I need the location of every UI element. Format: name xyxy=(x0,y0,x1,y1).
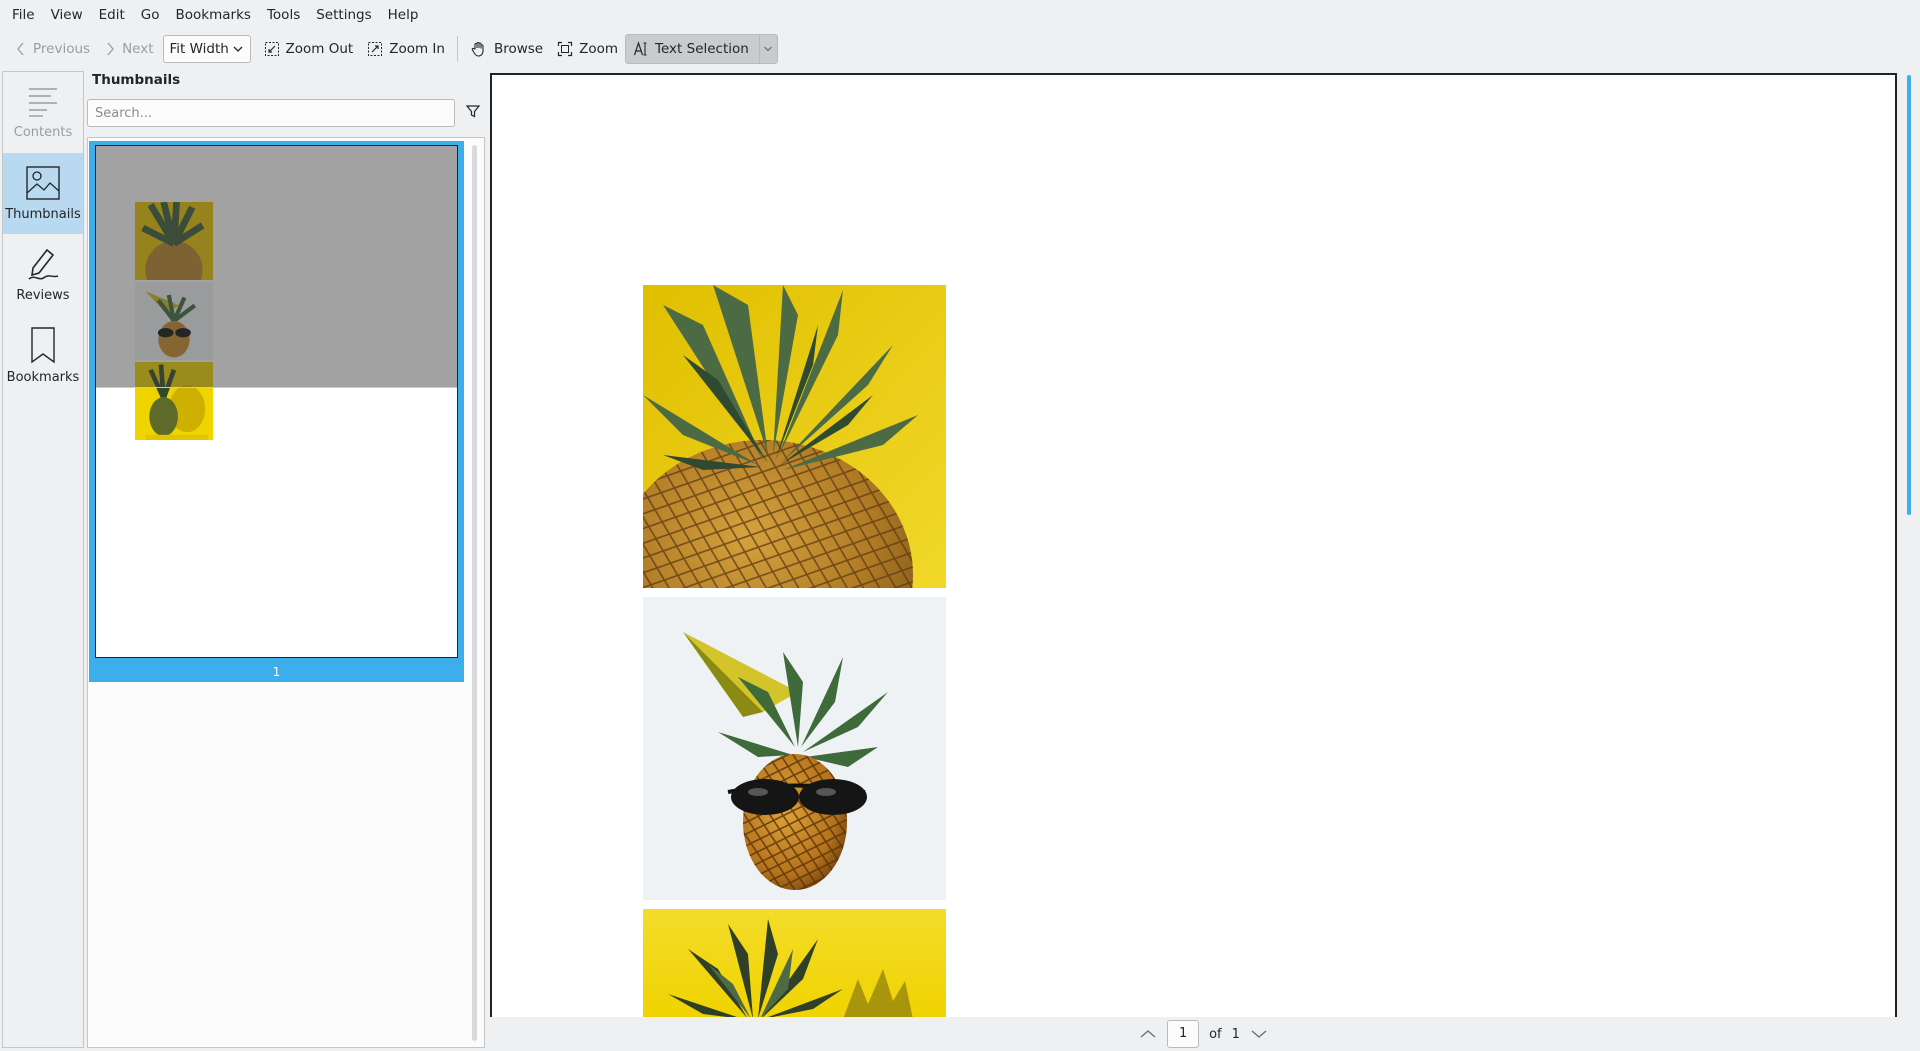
previous-page-button[interactable]: Previous xyxy=(8,34,97,64)
sidebar-item-bookmarks[interactable]: Bookmarks xyxy=(3,315,83,396)
browse-label: Browse xyxy=(493,41,544,57)
zoom-tool-button[interactable]: Zoom xyxy=(550,34,625,64)
sidebar-item-thumbnails[interactable]: Thumbnails xyxy=(3,153,83,234)
menu-help[interactable]: Help xyxy=(380,0,427,30)
thumbnails-icon xyxy=(26,166,60,200)
thumbnail-scrollbar[interactable] xyxy=(472,145,477,1041)
text-selection-tool-button[interactable]: Text Selection xyxy=(625,34,778,64)
main-toolbar: Previous Next Fit Width Zoom Out Zoom In… xyxy=(0,32,1920,66)
thumbnail-search-input[interactable] xyxy=(87,99,455,127)
menu-bookmarks[interactable]: Bookmarks xyxy=(168,0,259,30)
document-image-pineapple-on-yellow xyxy=(643,285,946,588)
sidebar-item-label: Contents xyxy=(13,125,73,140)
menu-tools[interactable]: Tools xyxy=(259,0,308,30)
chevron-left-icon xyxy=(17,42,24,56)
menu-file[interactable]: File xyxy=(4,0,43,30)
sidebar-item-label: Reviews xyxy=(16,288,70,303)
next-page-button[interactable]: Next xyxy=(97,34,160,64)
page-navigator: 1 of 1 xyxy=(487,1017,1920,1051)
bookmarks-icon xyxy=(31,327,55,364)
menu-settings[interactable]: Settings xyxy=(308,0,379,30)
zoom-out-button[interactable]: Zoom Out xyxy=(257,34,361,64)
chevron-down-icon[interactable] xyxy=(1250,1028,1268,1040)
toolbar-separator xyxy=(456,36,458,62)
text-cursor-icon xyxy=(633,41,647,56)
thumbnail-visible-region[interactable] xyxy=(96,146,457,388)
reviews-icon xyxy=(28,248,59,280)
thumbnail-page-number: 1 xyxy=(272,665,281,679)
of-label: of xyxy=(1209,1026,1222,1042)
chevron-down-icon xyxy=(764,46,773,52)
chevron-right-icon xyxy=(107,42,114,56)
current-page-input[interactable]: 1 xyxy=(1167,1020,1200,1048)
sidebar-item-contents[interactable]: Contents xyxy=(3,72,83,153)
sidebar-strip: Contents Thumbnails Reviews Bookmarks xyxy=(2,71,84,1048)
text-selection-menu-arrow[interactable] xyxy=(758,34,777,64)
contents-icon xyxy=(29,88,57,117)
zoom-label: Zoom xyxy=(579,41,619,57)
thumbnail-page-preview[interactable] xyxy=(95,145,458,658)
filter-icon[interactable] xyxy=(466,104,480,118)
zoom-mode-select[interactable]: Fit Width xyxy=(162,35,251,63)
zoom-in-icon xyxy=(368,42,383,56)
next-label: Next xyxy=(122,41,154,57)
document-scrollbar-handle[interactable] xyxy=(1907,75,1911,515)
zoom-mode-value: Fit Width xyxy=(169,41,229,57)
text-selection-label: Text Selection xyxy=(655,41,749,57)
sidebar-item-label: Bookmarks xyxy=(6,370,80,385)
menu-view[interactable]: View xyxy=(43,0,91,30)
zoom-in-label: Zoom In xyxy=(389,41,445,57)
hand-icon xyxy=(471,41,484,57)
menu-edit[interactable]: Edit xyxy=(91,0,133,30)
panel-title: Thumbnails xyxy=(92,72,181,88)
menubar: File View Edit Go Bookmarks Tools Settin… xyxy=(0,0,1920,30)
previous-label: Previous xyxy=(33,41,91,57)
zoom-in-button[interactable]: Zoom In xyxy=(360,34,452,64)
menu-go[interactable]: Go xyxy=(133,0,168,30)
chevron-down-icon xyxy=(233,46,242,52)
document-page[interactable] xyxy=(490,73,1897,1017)
document-image-pineapple-with-shadow xyxy=(643,909,946,1017)
sidebar-item-label: Thumbnails xyxy=(5,207,81,222)
browse-tool-button[interactable]: Browse xyxy=(463,34,550,64)
chevron-up-icon[interactable] xyxy=(1139,1028,1157,1040)
document-image-pineapple-party-hat-sunglasses xyxy=(643,597,946,900)
sidebar-item-reviews[interactable]: Reviews xyxy=(3,234,83,315)
zoom-out-icon xyxy=(264,42,279,56)
total-pages: 1 xyxy=(1231,1026,1240,1042)
zoom-out-label: Zoom Out xyxy=(285,41,354,57)
zoom-region-icon xyxy=(558,41,573,57)
